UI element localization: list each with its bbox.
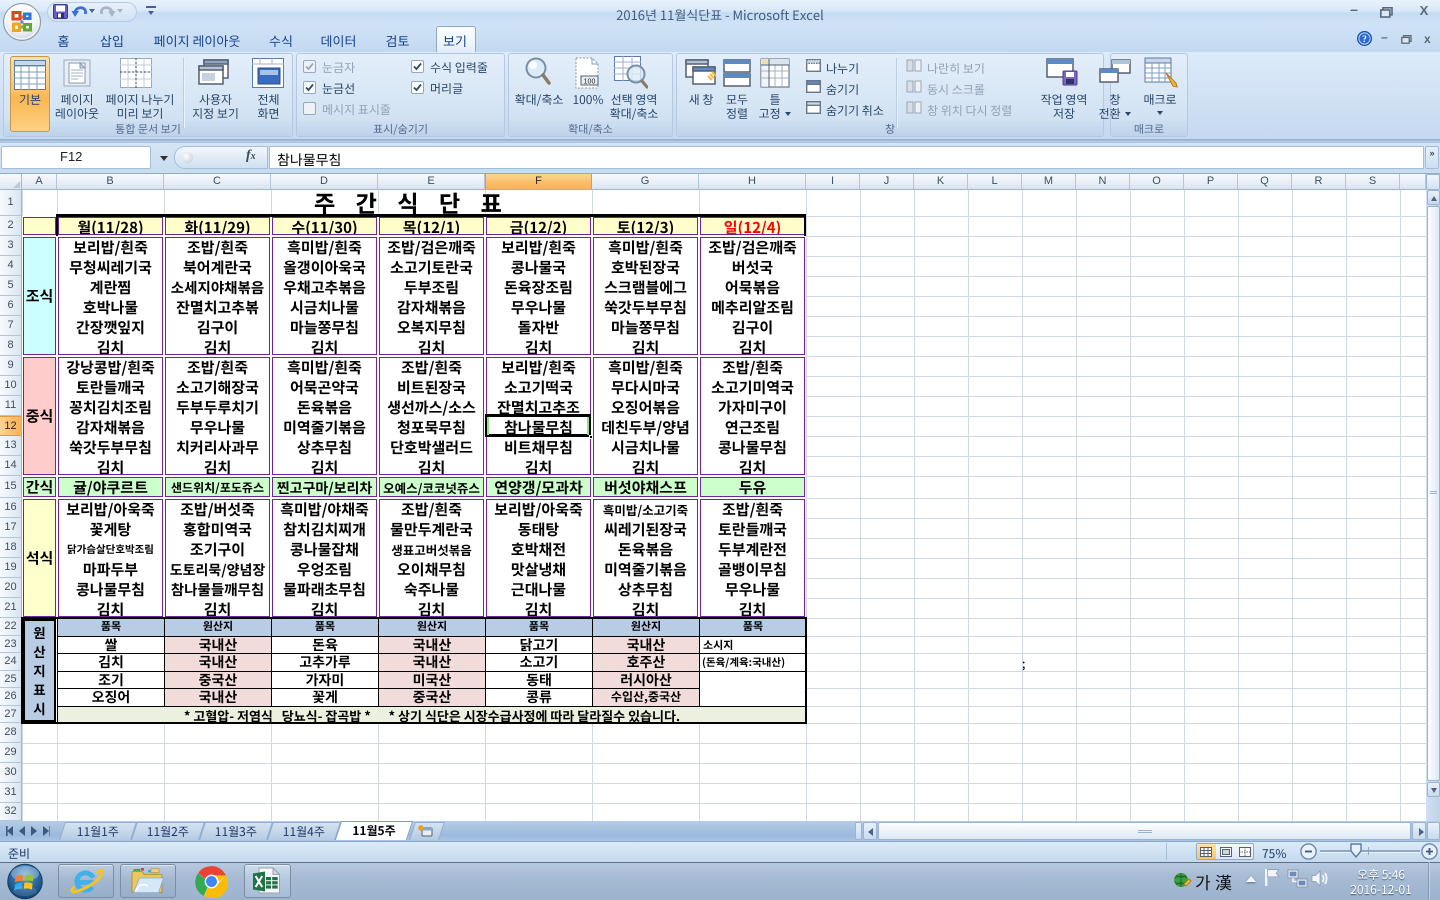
svg-text:?: ? xyxy=(1362,35,1367,45)
svg-text:100: 100 xyxy=(584,79,596,86)
